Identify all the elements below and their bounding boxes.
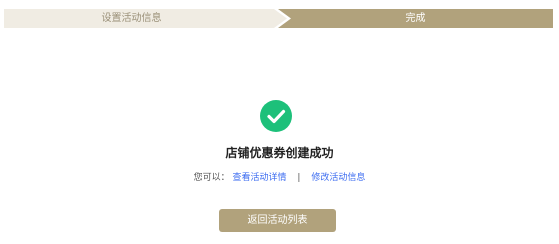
link-separator: | <box>297 173 301 183</box>
edit-activity-info-link[interactable]: 修改活动信息 <box>311 173 365 183</box>
step-setup-activity: 设置活动信息 <box>4 9 287 28</box>
step-complete: 完成 <box>278 9 553 28</box>
step-complete-label: 完成 <box>405 13 426 24</box>
next-actions-prefix: 您可以： <box>193 173 230 183</box>
back-to-activity-list-button[interactable]: 返回活动列表 <box>219 209 336 232</box>
step-progress-bar: 设置活动信息 完成 <box>4 9 553 28</box>
next-actions: 您可以： 查看活动详情 | 修改活动信息 <box>0 170 559 183</box>
step-setup-label: 设置活动信息 <box>101 13 162 24</box>
view-activity-details-link[interactable]: 查看活动详情 <box>233 173 287 183</box>
success-title: 店铺优惠券创建成功 <box>225 146 334 160</box>
check-circle-icon <box>260 100 292 132</box>
